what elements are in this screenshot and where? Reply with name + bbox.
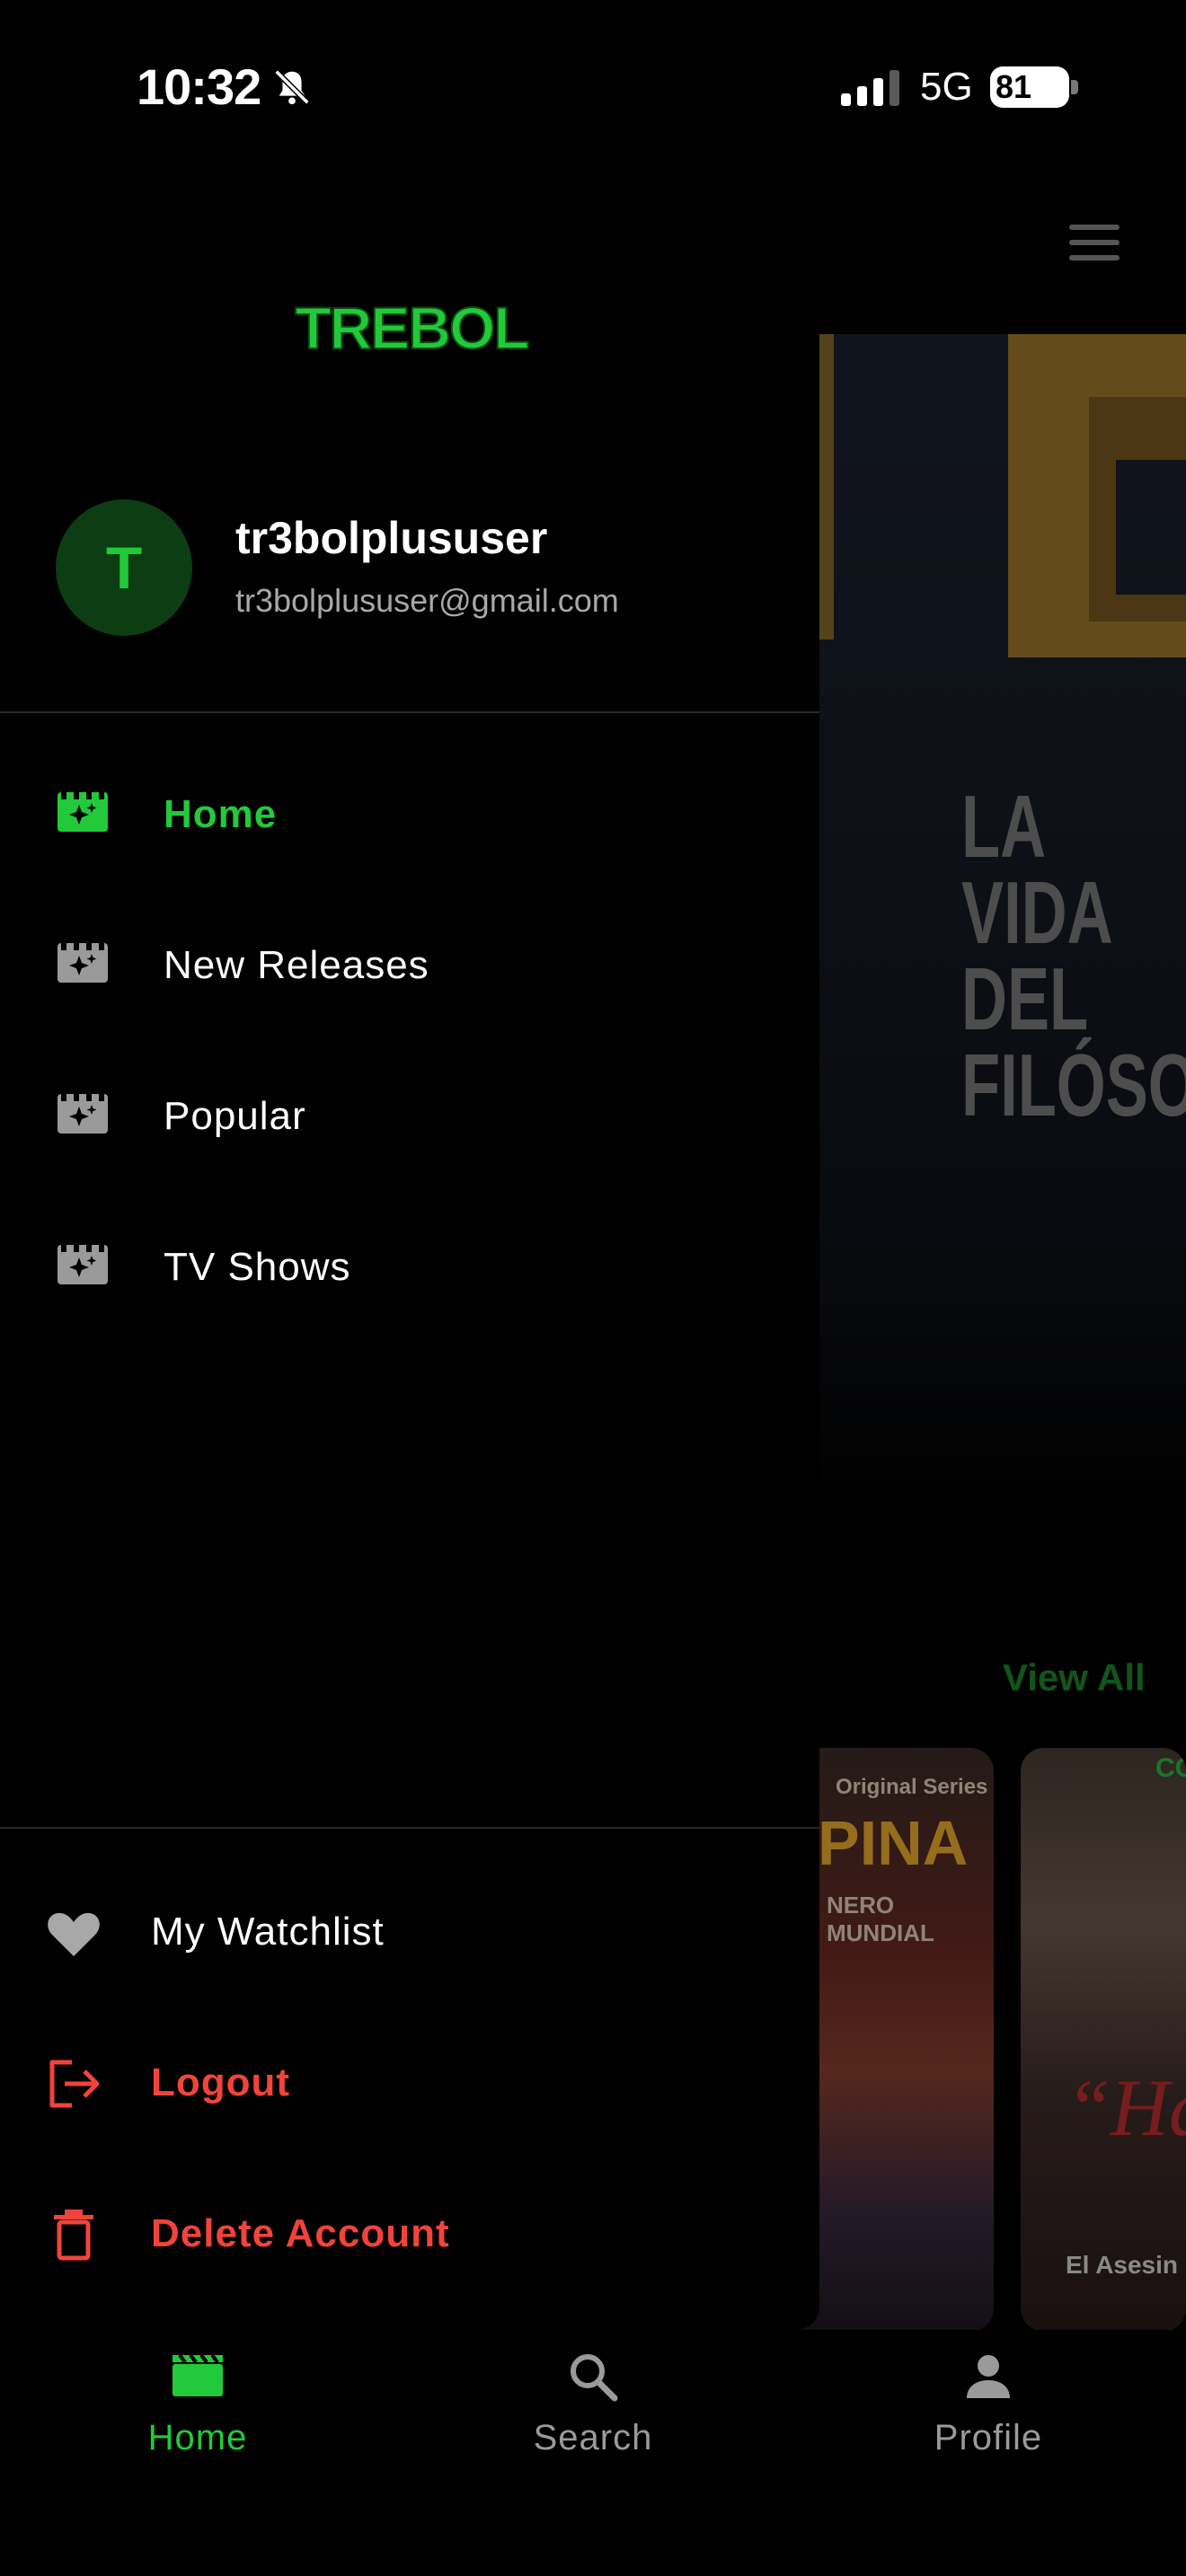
watchlist-label: My Watchlist bbox=[151, 1910, 385, 1954]
person-icon bbox=[967, 2355, 1010, 2398]
delete-account-button[interactable]: Delete Account bbox=[0, 2175, 819, 2283]
bell-muted-icon bbox=[274, 69, 310, 105]
tab-bar: Home Search Profile bbox=[0, 2330, 1186, 2576]
heart-icon bbox=[48, 1912, 100, 1956]
tab-search[interactable]: Search bbox=[395, 2348, 791, 2527]
user-name: tr3bolplususer bbox=[235, 513, 548, 563]
trash-icon bbox=[54, 2210, 93, 2261]
battery-icon: 81 bbox=[990, 66, 1078, 108]
divider bbox=[0, 1827, 819, 1829]
tab-profile[interactable]: Profile bbox=[791, 2348, 1186, 2527]
svg-text:TREBOL: TREBOL bbox=[295, 295, 528, 361]
nav-item-new-releases[interactable]: New Releases bbox=[0, 907, 819, 1015]
watchlist-button[interactable]: My Watchlist bbox=[0, 1874, 819, 1981]
nav-label: Home bbox=[164, 792, 278, 836]
nav-label: TV Shows bbox=[164, 1245, 351, 1289]
tab-home[interactable]: Home bbox=[0, 2348, 395, 2527]
avatar[interactable]: T bbox=[56, 499, 192, 636]
battery-tip bbox=[1071, 80, 1078, 94]
movie-sparkle-icon bbox=[58, 792, 108, 832]
movie-sparkle-icon bbox=[58, 943, 108, 983]
tab-label: Home bbox=[147, 2418, 248, 2457]
nav-label: New Releases bbox=[164, 943, 429, 987]
divider bbox=[0, 711, 819, 713]
user-email: tr3bolplususer@gmail.com bbox=[235, 582, 619, 619]
battery-level: 81 bbox=[996, 68, 1032, 105]
delete-account-label: Delete Account bbox=[151, 2211, 450, 2255]
cellular-signal-icon bbox=[841, 70, 899, 106]
logout-icon bbox=[49, 2060, 100, 2108]
app-screen: LA VIDA DEL FILÓSO View All Original Ser… bbox=[0, 0, 1186, 2576]
nav-item-home[interactable]: Home bbox=[0, 756, 819, 864]
movie-sparkle-icon bbox=[58, 1094, 108, 1134]
logout-label: Logout bbox=[151, 2060, 291, 2104]
avatar-initial: T bbox=[105, 534, 143, 601]
movie-sparkle-icon bbox=[58, 1245, 108, 1284]
trebol-logo: TREBOL bbox=[294, 294, 530, 362]
network-type: 5G bbox=[920, 65, 973, 109]
navigation-drawer: TREBOL T tr3bolplususer tr3bolplususer@g… bbox=[0, 0, 819, 2330]
tab-label: Profile bbox=[934, 2418, 1043, 2457]
battery-body: 81 bbox=[990, 66, 1069, 108]
nav-item-tv-shows[interactable]: TV Shows bbox=[0, 1209, 819, 1317]
search-icon bbox=[571, 2354, 618, 2402]
status-time: 10:32 bbox=[137, 58, 261, 115]
nav-label: Popular bbox=[164, 1094, 306, 1138]
logout-button[interactable]: Logout bbox=[0, 2025, 819, 2132]
clapperboard-icon bbox=[173, 2353, 223, 2396]
tab-label: Search bbox=[533, 2418, 653, 2457]
status-bar: 10:32 5G 81 bbox=[0, 0, 1186, 171]
nav-item-popular[interactable]: Popular bbox=[0, 1058, 819, 1166]
